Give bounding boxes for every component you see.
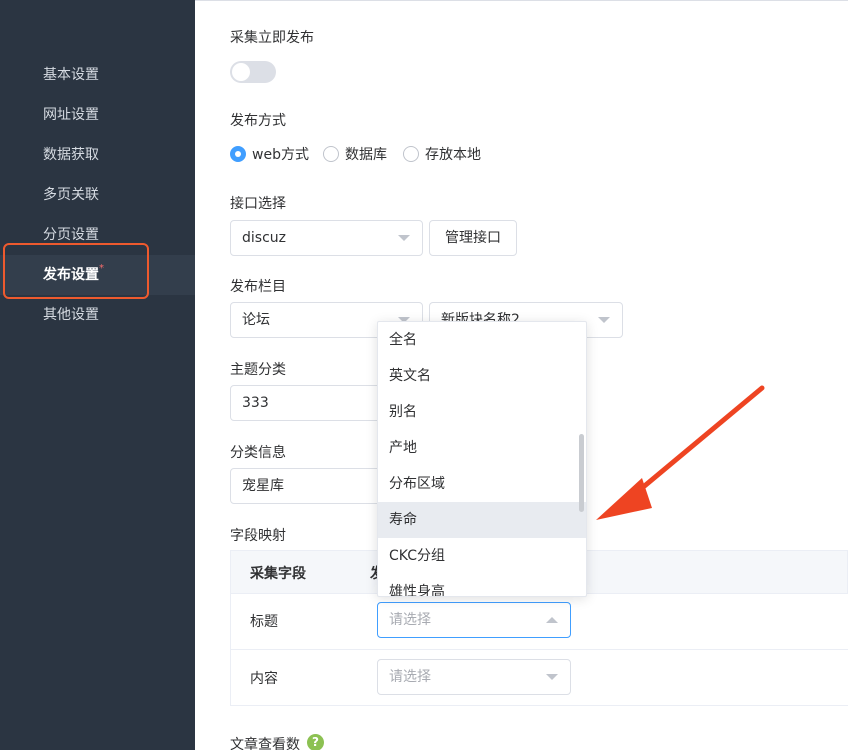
field-name: 标题	[250, 614, 278, 630]
dropdown-option[interactable]: 产地	[378, 430, 586, 466]
sidebar-item-multipage[interactable]: 多页关联	[0, 175, 195, 215]
field-name: 内容	[250, 671, 278, 687]
radio-database[interactable]: 数据库	[323, 144, 387, 164]
sidebar-item-label: 数据获取	[43, 147, 99, 163]
publish-method-label: 发布方式	[230, 113, 286, 129]
content-mapping-select[interactable]: 请选择	[377, 659, 571, 695]
sidebar-item-other-settings[interactable]: 其他设置	[0, 295, 195, 335]
category-info-label: 分类信息	[230, 445, 286, 461]
field-mapping-label: 字段映射	[230, 528, 286, 544]
annotation-arrow-icon	[596, 385, 765, 520]
chevron-down-icon	[546, 674, 558, 680]
dropdown-scrollbar[interactable]	[579, 434, 584, 512]
manage-api-button[interactable]: 管理接口	[429, 220, 517, 256]
sidebar-item-label: 网址设置	[43, 107, 99, 123]
dropdown-option-hovered[interactable]: 寿命	[378, 502, 586, 538]
field-options-dropdown: 全名 英文名 别名 产地 分布区域 寿命 CKC分组 雄性身高	[377, 321, 587, 597]
select-placeholder: 请选择	[389, 612, 431, 628]
radio-label: web方式	[252, 147, 309, 163]
sidebar-item-label: 基本设置	[43, 67, 99, 83]
dropdown-option[interactable]: 全名	[378, 322, 586, 358]
chevron-down-icon	[598, 317, 610, 323]
radio-circle	[230, 146, 246, 162]
radio-local[interactable]: 存放本地	[403, 144, 481, 164]
chevron-up-icon	[546, 617, 558, 623]
sidebar: 基本设置 网址设置 数据获取 多页关联 分页设置 发布设置 * 其他设置	[0, 0, 195, 750]
column-header-collect: 采集字段	[250, 566, 306, 582]
radio-label: 数据库	[345, 147, 387, 163]
collect-publish-label: 采集立即发布	[230, 30, 314, 46]
chevron-down-icon	[398, 235, 410, 241]
sidebar-item-label: 多页关联	[43, 187, 99, 203]
api-select[interactable]: discuz	[230, 220, 423, 256]
switch-knob	[232, 63, 250, 81]
help-icon[interactable]: ?	[307, 734, 324, 750]
api-select-value: discuz	[242, 230, 286, 246]
annotation-highlight-box	[3, 243, 149, 299]
api-select-label: 接口选择	[230, 196, 286, 212]
radio-circle	[323, 146, 339, 162]
dropdown-option[interactable]: CKC分组	[378, 538, 586, 574]
sidebar-item-basic-settings[interactable]: 基本设置	[0, 55, 195, 95]
topic-category-label: 主题分类	[230, 362, 286, 378]
radio-label: 存放本地	[425, 147, 481, 163]
top-divider	[195, 0, 848, 4]
radio-circle	[403, 146, 419, 162]
radio-web[interactable]: web方式	[230, 144, 309, 164]
sidebar-item-data-fetch[interactable]: 数据获取	[0, 135, 195, 175]
dropdown-option[interactable]: 别名	[378, 394, 586, 430]
sidebar-item-label: 其他设置	[43, 307, 99, 323]
publish-column-label: 发布栏目	[230, 279, 286, 295]
collect-publish-switch[interactable]	[230, 61, 276, 83]
column-select-value: 论坛	[242, 312, 270, 328]
sidebar-item-label: 分页设置	[43, 227, 99, 243]
dropdown-option[interactable]: 英文名	[378, 358, 586, 394]
sidebar-item-url-settings[interactable]: 网址设置	[0, 95, 195, 135]
dropdown-option[interactable]: 分布区域	[378, 466, 586, 502]
dropdown-option[interactable]: 雄性身高	[378, 574, 586, 596]
view-count-label: 文章查看数	[230, 737, 300, 750]
title-mapping-select[interactable]: 请选择	[377, 602, 571, 638]
select-placeholder: 请选择	[389, 669, 431, 685]
